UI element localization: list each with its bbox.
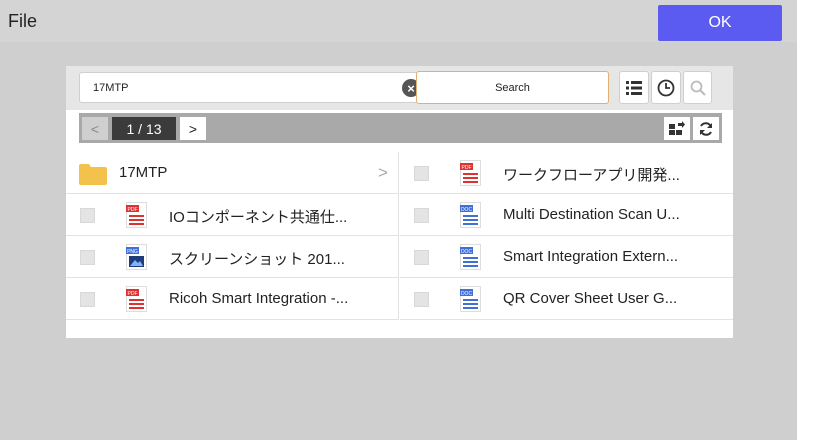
pdf-file-icon: PDF: [460, 160, 481, 186]
sort-icon: [669, 120, 685, 135]
search-icon-button[interactable]: [683, 71, 712, 104]
file-checkbox[interactable]: [80, 208, 95, 223]
file-type-label: PDF: [128, 291, 138, 297]
file-checkbox[interactable]: [80, 292, 95, 307]
next-page-button[interactable]: >: [180, 117, 206, 140]
chevron-right-icon: >: [378, 163, 388, 182]
doc-file-icon: DOC: [460, 286, 481, 312]
folder-icon: [79, 164, 107, 185]
file-item[interactable]: PDF IOコンポーネント共通仕...: [66, 194, 399, 236]
file-item[interactable]: PDF ワークフローアプリ開発...: [400, 152, 733, 194]
search-input[interactable]: 17MTP ×: [79, 72, 474, 103]
ok-button[interactable]: OK: [658, 5, 782, 41]
file-item[interactable]: DOC QR Cover Sheet User G...: [400, 278, 733, 320]
prev-page-button[interactable]: <: [82, 117, 108, 140]
page-indicator: 1 / 13: [112, 117, 176, 140]
file-checkbox[interactable]: [414, 166, 429, 181]
file-item[interactable]: DOC Multi Destination Scan U...: [400, 194, 733, 236]
search-icon: [690, 80, 706, 96]
folder-row[interactable]: 17MTP >: [66, 152, 399, 194]
file-type-label: DOC: [461, 249, 473, 255]
pdf-file-icon: PDF: [126, 286, 147, 312]
file-checkbox[interactable]: [414, 208, 429, 223]
doc-file-icon: DOC: [460, 244, 481, 270]
file-type-label: PDF: [128, 207, 138, 213]
file-name: ワークフローアプリ開発...: [503, 167, 680, 184]
file-name: Multi Destination Scan U...: [503, 206, 680, 223]
file-name: Smart Integration Extern...: [503, 248, 679, 265]
doc-file-icon: DOC: [460, 202, 481, 228]
folder-name: 17MTP: [119, 164, 168, 181]
history-icon: [657, 79, 675, 96]
file-item[interactable]: PNG スクリーンショット 201...: [66, 236, 399, 278]
header-bar: File OK: [0, 0, 797, 42]
list-view-icon: [626, 80, 642, 95]
file-browser-panel: 17MTP × Search < 1 / 13 > 17MTP > PDF ワー…: [66, 66, 733, 338]
refresh-button[interactable]: [693, 117, 719, 140]
file-type-label: DOC: [461, 207, 473, 213]
file-name: IOコンポーネント共通仕...: [169, 209, 348, 226]
refresh-icon: [700, 121, 712, 136]
file-type-label: PNG: [127, 249, 138, 255]
app-window: File OK 17MTP × Search < 1 / 13 > 17MTP …: [0, 0, 797, 440]
search-bar: 17MTP × Search: [66, 66, 733, 110]
file-name: スクリーンショット 201...: [169, 251, 345, 268]
search-button[interactable]: Search: [416, 71, 609, 104]
file-name: QR Cover Sheet User G...: [503, 290, 678, 307]
file-type-label: DOC: [461, 291, 473, 297]
file-checkbox[interactable]: [414, 250, 429, 265]
file-item[interactable]: DOC Smart Integration Extern...: [400, 236, 733, 278]
pdf-file-icon: PDF: [126, 202, 147, 228]
page-title: File: [8, 11, 38, 31]
file-item[interactable]: PDF Ricoh Smart Integration -...: [66, 278, 399, 320]
file-checkbox[interactable]: [414, 292, 429, 307]
sort-button[interactable]: [664, 117, 690, 140]
file-checkbox[interactable]: [80, 250, 95, 265]
png-file-icon: PNG: [126, 244, 147, 270]
file-name: Ricoh Smart Integration -...: [169, 290, 349, 307]
pager-bar: < 1 / 13 >: [79, 113, 722, 143]
window-margin: [797, 0, 822, 440]
history-button[interactable]: [651, 71, 681, 104]
file-type-label: PDF: [462, 165, 472, 171]
list-view-button[interactable]: [619, 71, 649, 104]
search-input-value: 17MTP: [93, 82, 129, 94]
